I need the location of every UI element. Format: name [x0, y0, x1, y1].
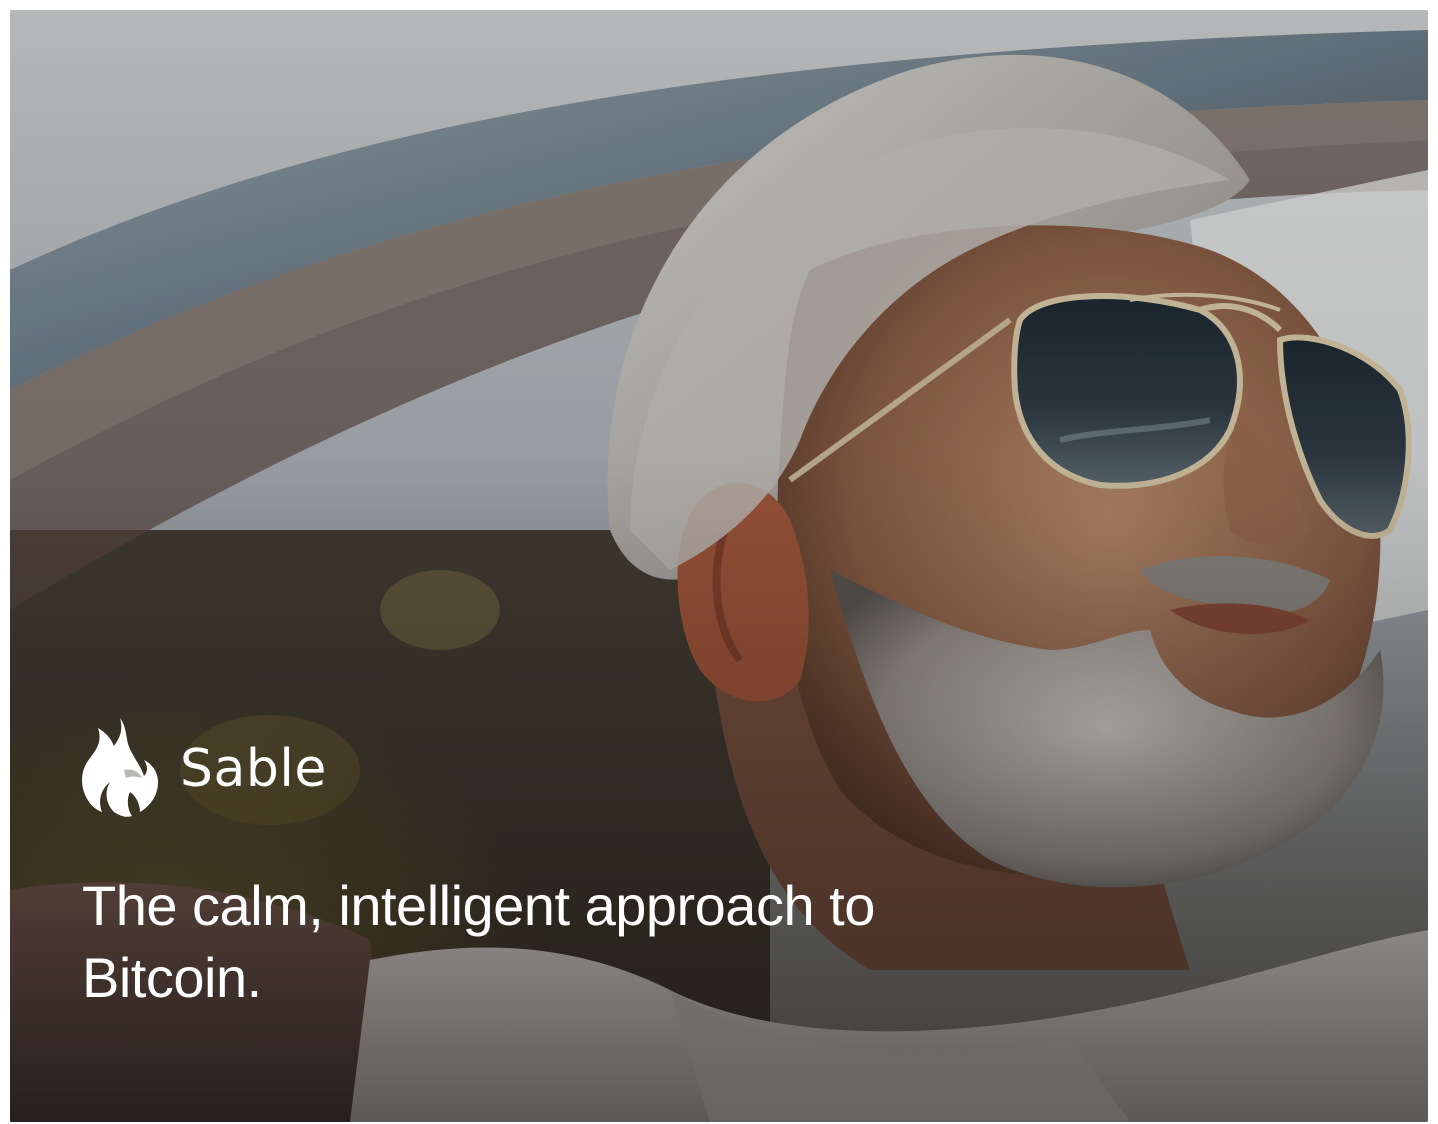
brand-name: Sable — [180, 739, 327, 799]
hero-banner: Sable The calm, intelligent approach to … — [10, 10, 1428, 1122]
flame-bird-logo-icon — [82, 718, 158, 817]
brand-logo[interactable]: Sable — [80, 714, 327, 818]
hero-tagline: The calm, intelligent approach to Bitcoi… — [82, 874, 875, 1009]
